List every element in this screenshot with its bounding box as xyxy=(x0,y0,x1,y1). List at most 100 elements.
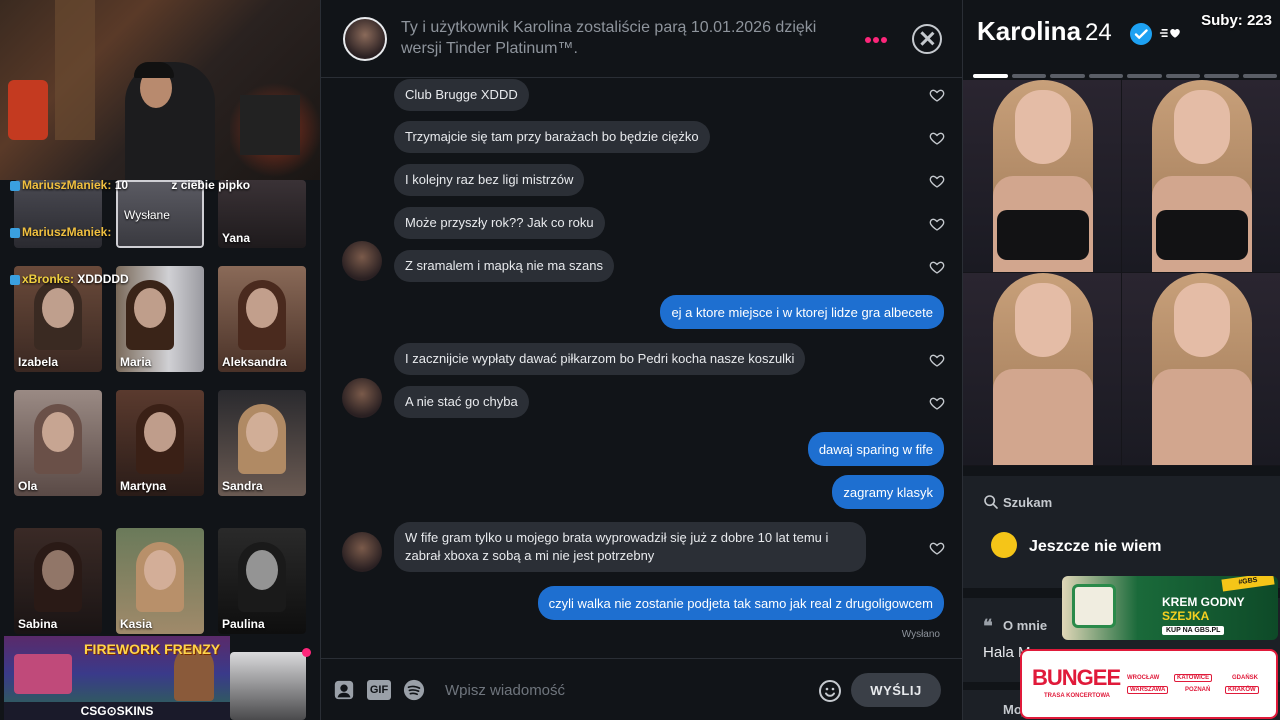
match-name: Paulina xyxy=(222,617,265,631)
like-heart-icon[interactable] xyxy=(929,540,945,556)
message-incoming: W fife gram tylko u mojego brata wyprowa… xyxy=(394,522,866,572)
profile-age: 24 xyxy=(1085,19,1112,46)
match-face xyxy=(134,288,166,328)
send-button[interactable]: WYŚLIJ xyxy=(851,673,941,707)
match-tile[interactable]: Martyna xyxy=(116,390,204,496)
like-heart-icon[interactable] xyxy=(929,130,945,146)
match-photo xyxy=(230,652,306,720)
message-incoming: I kolejny raz bez ligi mistrzów xyxy=(394,164,585,196)
message-incoming: Z sramalem i mapką nie ma szans xyxy=(394,250,614,282)
match-name: Maria xyxy=(120,355,152,369)
match-tile[interactable]: Maria xyxy=(116,266,204,372)
profile-name-text: Karolina xyxy=(977,16,1082,46)
profile-photo[interactable] xyxy=(963,80,1280,466)
ad-bungee-sub: TRASA KONCERTOWA xyxy=(1044,693,1110,699)
message-input[interactable] xyxy=(445,675,805,705)
ad-krem-line1: KREM GODNY xyxy=(1162,595,1245,609)
photo-progress-segment[interactable] xyxy=(1011,74,1046,78)
match-tile[interactable] xyxy=(230,652,306,720)
photo-top xyxy=(997,210,1089,260)
gif-icon[interactable]: GIF xyxy=(367,680,391,700)
message-outgoing: zagramy klasyk xyxy=(832,475,944,509)
match-tile[interactable]: Paulina xyxy=(218,528,306,634)
match-tile[interactable]: Sandra xyxy=(218,390,306,496)
profile-name: Karolina 24 xyxy=(977,16,1112,47)
match-name: Kasia xyxy=(120,617,153,631)
photo-progress-segment[interactable] xyxy=(1204,74,1239,78)
conversation-header: Ty i użytkownik Karolina zostaliście par… xyxy=(321,0,964,78)
photo-cell xyxy=(963,80,1121,272)
match-name: Martyna xyxy=(120,479,167,493)
match-face xyxy=(144,412,176,452)
photo-progress-segment[interactable] xyxy=(973,74,1008,78)
chat-username: MariuszManiek: xyxy=(22,178,112,192)
match-tile[interactable]: Kasia xyxy=(116,528,204,634)
ad-brand: CSG⊙SKINS xyxy=(4,702,230,720)
looking-for-card: Szukam Jeszcze nie wiem xyxy=(963,476,1280,588)
message-outgoing: czyli walka nie zostanie podjeta tak sam… xyxy=(537,586,944,620)
match-name: Yana xyxy=(222,231,251,245)
close-icon[interactable] xyxy=(912,24,942,54)
message-outgoing: ej a ktore miejsce i w ktorej lidze gra … xyxy=(660,295,944,329)
photo-body xyxy=(1152,369,1252,465)
search-icon xyxy=(984,495,998,509)
sub-badge-icon xyxy=(10,180,20,191)
webcam-chair xyxy=(8,80,48,140)
photo-progress-segment[interactable] xyxy=(1050,74,1085,78)
more-options-icon[interactable] xyxy=(865,30,893,44)
emoji-icon[interactable] xyxy=(818,679,842,703)
match-face xyxy=(246,288,278,328)
ad-tag: #GBS xyxy=(1221,576,1275,592)
ad-box xyxy=(14,654,72,694)
like-heart-icon[interactable] xyxy=(929,395,945,411)
ad-krem-line2: SZEJKA xyxy=(1162,609,1210,623)
match-avatar[interactable] xyxy=(343,17,387,61)
match-face xyxy=(246,550,278,590)
like-heart-icon[interactable] xyxy=(929,87,945,103)
sent-status: Wysłano xyxy=(901,629,940,640)
stream-chat-line: xBronks: XDDDDD xyxy=(10,272,129,286)
looking-for-label: Szukam xyxy=(1003,495,1053,510)
message-incoming: A nie stać go chyba xyxy=(394,386,529,418)
like-heart-icon[interactable] xyxy=(929,216,945,232)
sticker-icon[interactable] xyxy=(333,679,355,701)
photo-progress-segment[interactable] xyxy=(1165,74,1200,78)
message-composer: GIF WYŚLIJ xyxy=(321,658,964,720)
like-heart-icon[interactable] xyxy=(929,173,945,189)
ad-city: POZNAŃ xyxy=(1185,687,1211,693)
screen: Wysłane Yana MariuszManiek: 10 z ciebie … xyxy=(0,0,1280,720)
ad-jar xyxy=(1072,584,1116,628)
stream-chat-line: MariuszManiek: xyxy=(10,225,111,239)
streamer-webcam xyxy=(0,0,320,180)
ad-title: FIREWORK FRENZY xyxy=(84,641,221,657)
photo-progress-segment[interactable] xyxy=(1127,74,1162,78)
conversation-panel: Ty i użytkownik Karolina zostaliście par… xyxy=(320,0,964,720)
heart-hands-icon xyxy=(1159,29,1180,38)
about-label: O mnie xyxy=(1003,618,1048,633)
photo-cell xyxy=(1122,80,1280,272)
matches-panel: Wysłane Yana MariuszManiek: 10 z ciebie … xyxy=(0,0,320,720)
csgoskins-ad[interactable]: FIREWORK FRENZY CSG⊙SKINS xyxy=(4,636,230,720)
gbs-krem-ad[interactable]: #GBS KREM GODNY SZEJKA KUP NA GBS.PL xyxy=(1062,576,1278,640)
ad-city: KRAKÓW xyxy=(1225,686,1259,694)
spotify-icon[interactable] xyxy=(402,679,426,701)
webcam-cap xyxy=(134,62,174,78)
like-heart-icon[interactable] xyxy=(929,259,945,275)
match-tile[interactable]: Aleksandra xyxy=(218,266,306,372)
match-tile[interactable]: Ola xyxy=(14,390,102,496)
photo-cell xyxy=(1122,273,1280,465)
photo-progress-segment[interactable] xyxy=(1088,74,1123,78)
chat-username: xBronks: xyxy=(22,272,75,286)
like-heart-icon[interactable] xyxy=(929,352,945,368)
match-small-avatar xyxy=(342,241,382,281)
message-outgoing: dawaj sparing w fife xyxy=(807,432,944,466)
match-tile[interactable]: Sabina xyxy=(14,528,102,634)
match-name: Ola xyxy=(18,479,38,493)
photo-progress-segment[interactable] xyxy=(1242,74,1277,78)
ad-bungee-title: BUNGEE xyxy=(1032,665,1121,690)
bungee-tour-ad[interactable]: BUNGEE TRASA KONCERTOWA WROCŁAW KATOWICE… xyxy=(1020,649,1278,719)
sub-badge-icon xyxy=(10,227,20,238)
thinking-emoji-icon xyxy=(991,532,1017,558)
new-match-dot xyxy=(302,648,311,657)
match-face xyxy=(246,412,278,452)
